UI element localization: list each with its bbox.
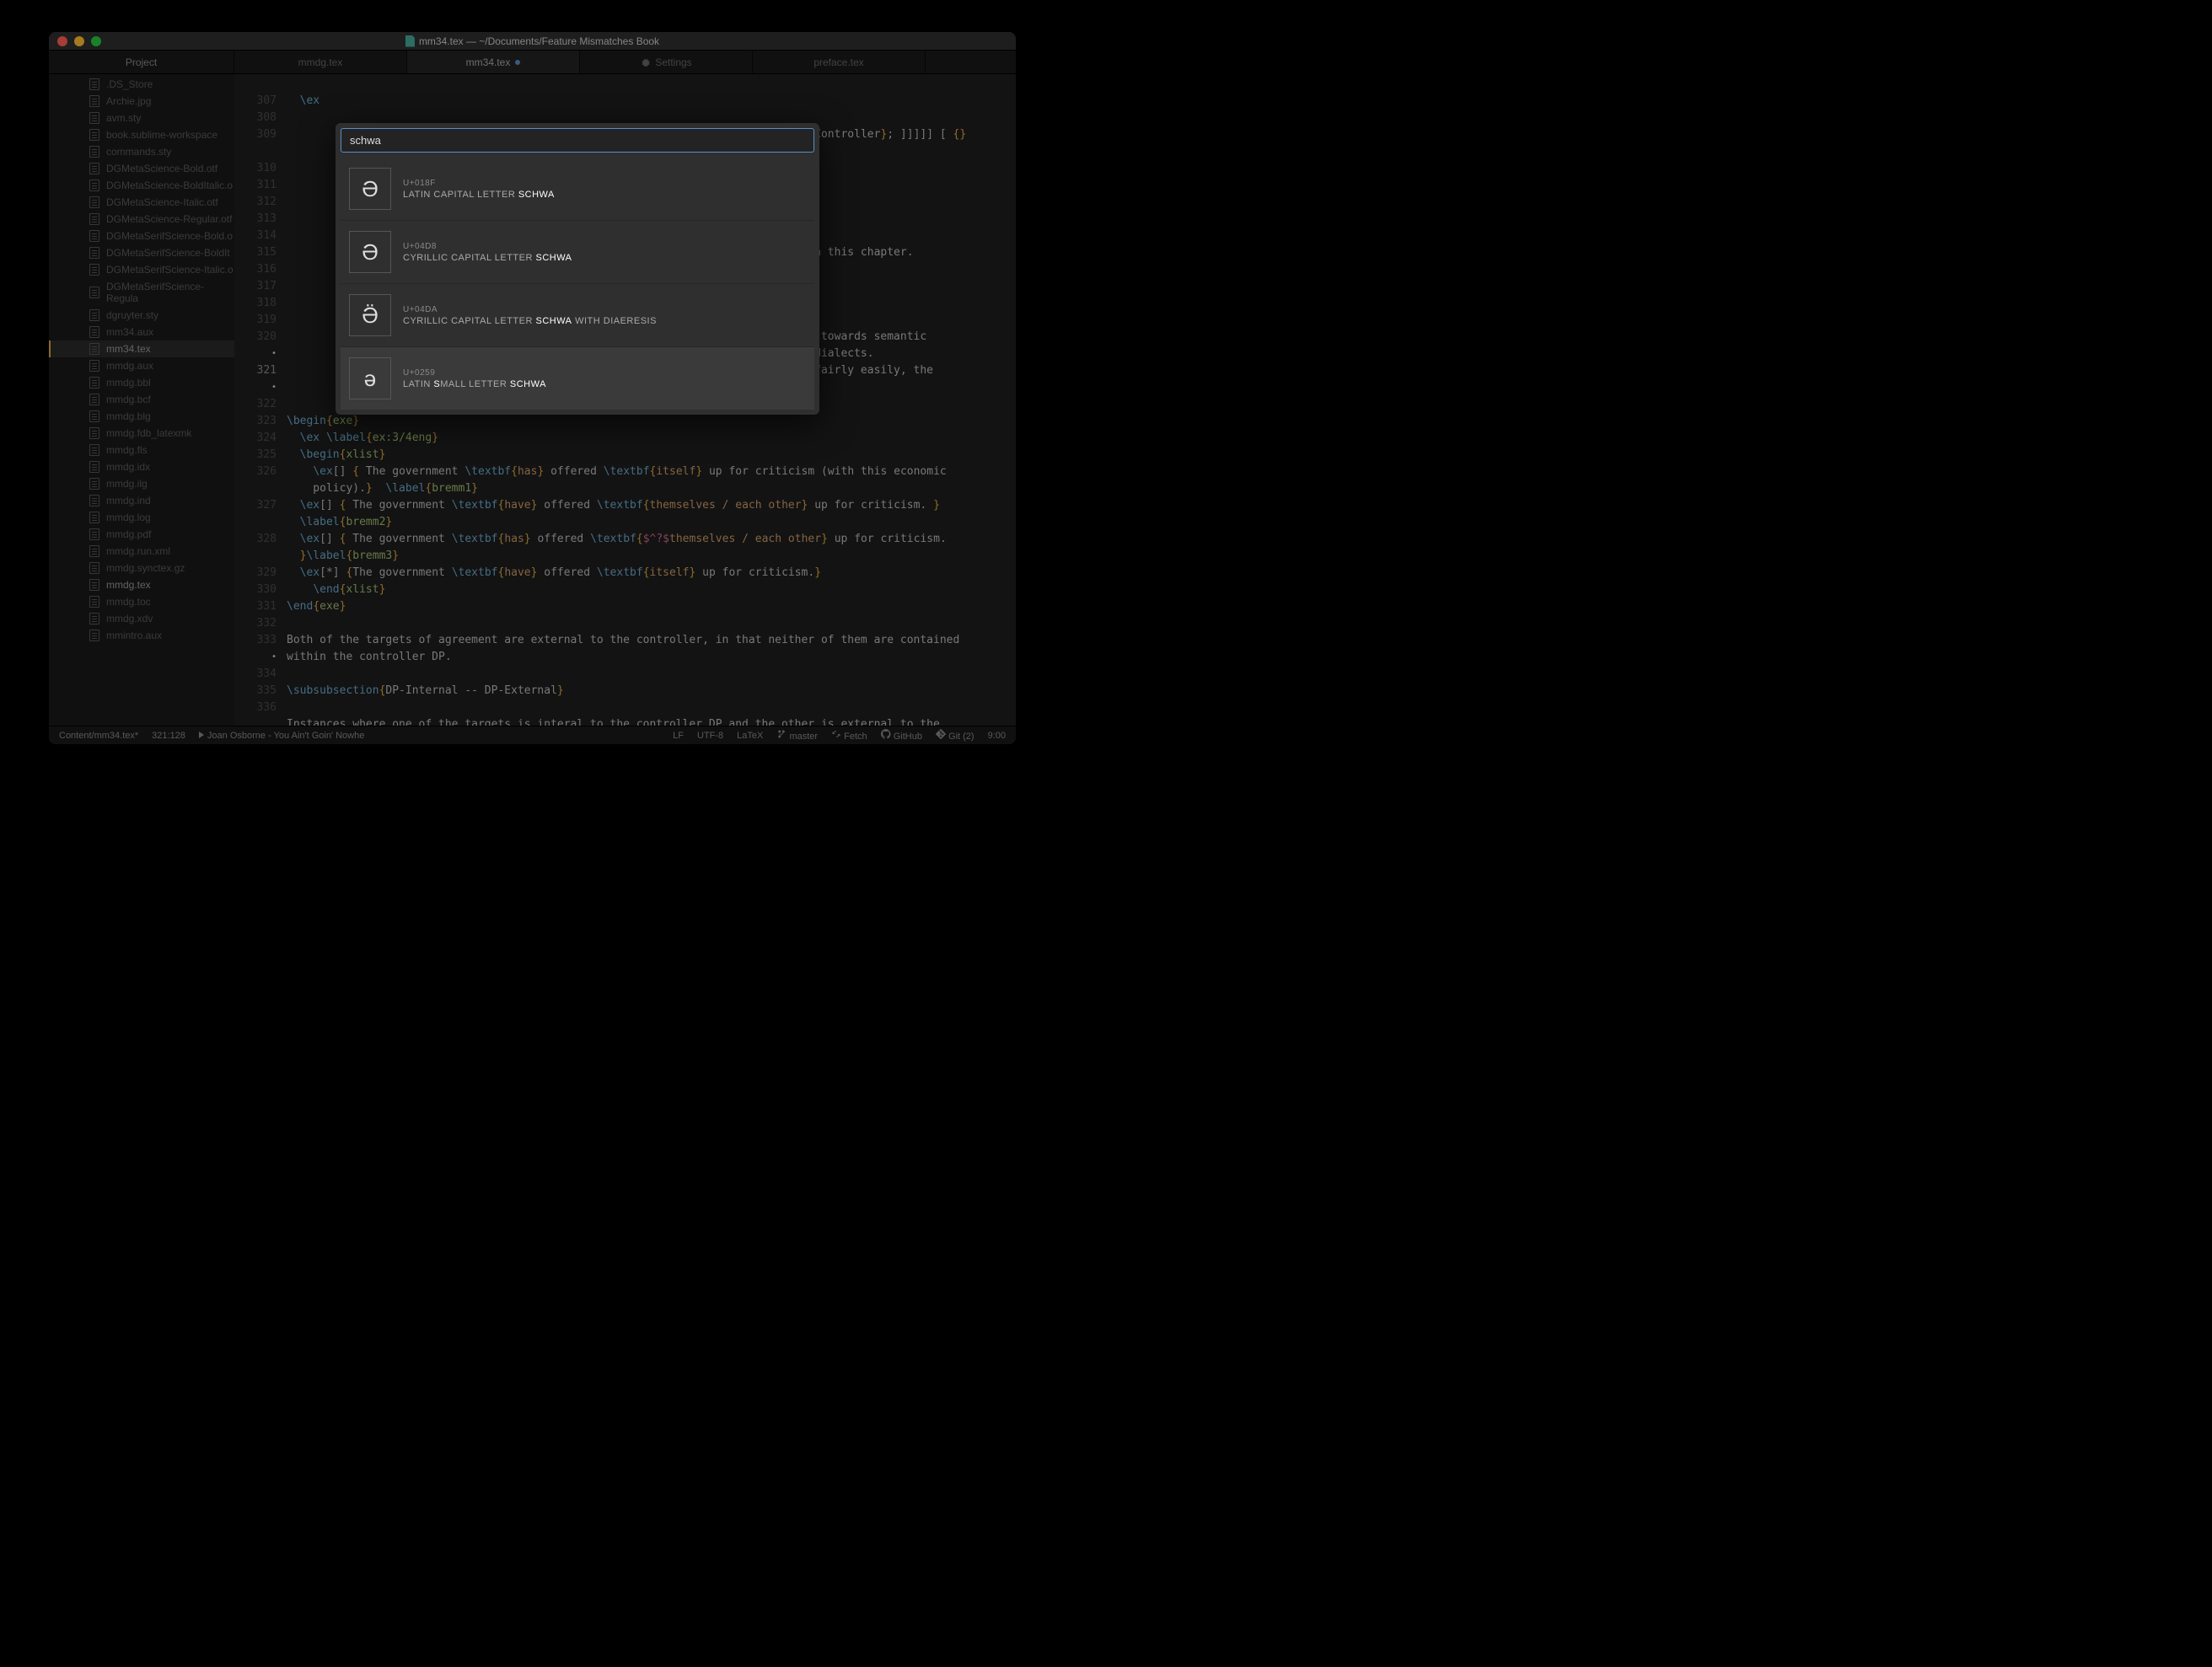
unicode-results-list: Ə U+018F LATIN CAPITAL LETTER SCHWA Ә U+04D8… <box>341 158 814 410</box>
glyph-preview: ə <box>349 357 391 399</box>
unicode-result-item[interactable]: Ә U+04D8 CYRILLIC CAPITAL LETTER SCHWA <box>341 221 814 284</box>
unicode-name: CYRILLIC CAPITAL LETTER SCHWA <box>403 253 572 263</box>
code-point: U+04D8 <box>403 242 572 251</box>
unicode-result-item[interactable]: Ə U+018F LATIN CAPITAL LETTER SCHWA <box>341 158 814 221</box>
unicode-name: CYRILLIC CAPITAL LETTER SCHWA WITH DIAER… <box>403 316 657 326</box>
code-point: U+04DA <box>403 305 657 314</box>
code-point: U+0259 <box>403 368 546 378</box>
glyph-preview: Ӛ <box>349 294 391 336</box>
glyph-preview: Ə <box>349 168 391 210</box>
code-point: U+018F <box>403 179 555 188</box>
unicode-result-item[interactable]: ə U+0259LATIN SMALL LETTER SCHWA <box>341 347 814 410</box>
glyph-preview: Ә <box>349 231 391 273</box>
editor-window: mm34.tex — ~/Documents/Feature Mismatche… <box>49 32 1016 744</box>
unicode-search-input[interactable] <box>341 128 814 153</box>
unicode-name: LATIN CAPITAL LETTER SCHWA <box>403 190 555 200</box>
unicode-search-popup: Ə U+018F LATIN CAPITAL LETTER SCHWA Ә U+04D8… <box>336 123 819 415</box>
unicode-name: LATIN SMALL LETTER SCHWA <box>403 379 546 389</box>
unicode-result-item[interactable]: Ӛ U+04DA CYRILLIC CAPITAL LETTER SCHWA WIT… <box>341 284 814 347</box>
